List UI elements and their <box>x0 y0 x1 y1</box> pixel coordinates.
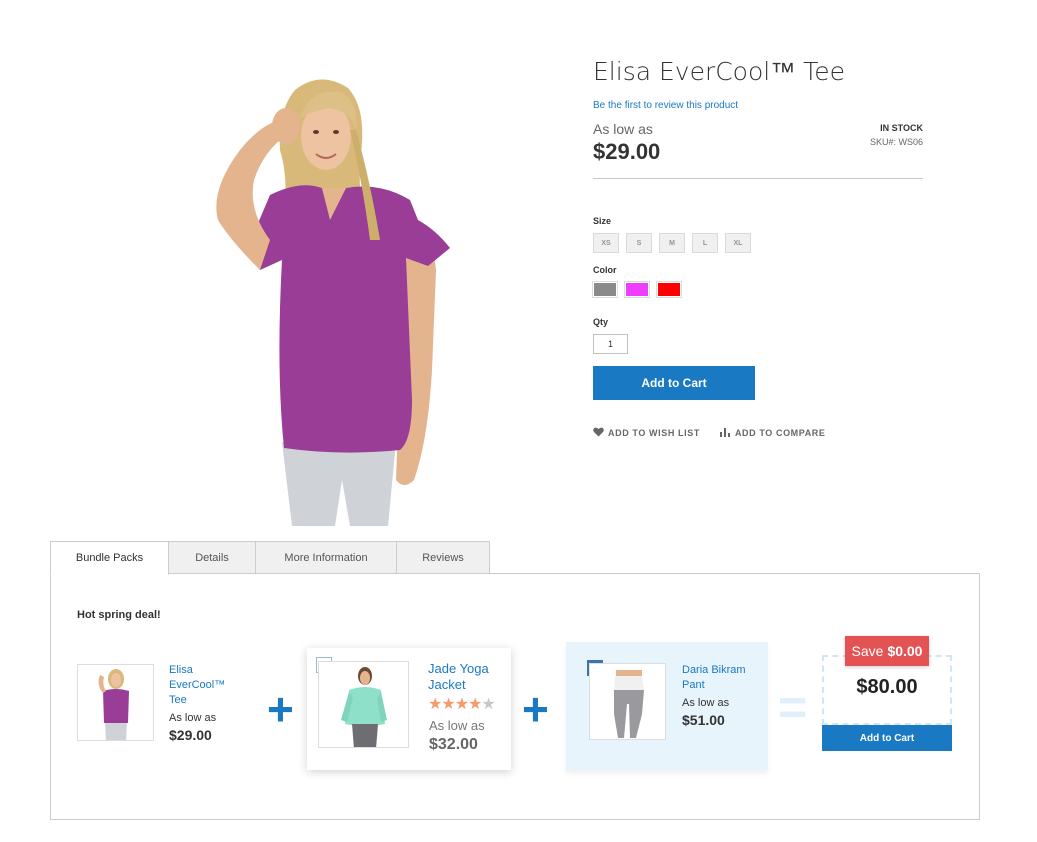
product-actions: ADD TO WISH LIST ADD TO COMPARE <box>593 427 923 439</box>
size-option-xs[interactable]: XS <box>593 233 619 253</box>
tab-bundle-packs[interactable]: Bundle Packs <box>50 541 169 575</box>
equals-icon: = <box>778 679 808 735</box>
save-label: Save <box>851 643 884 659</box>
bundle-item-3-name-line1: Daria Bikram <box>682 664 746 676</box>
size-option-xl[interactable]: XL <box>725 233 751 253</box>
bundle-add-to-cart-button[interactable]: Add to Cart <box>822 725 952 751</box>
qty-input[interactable] <box>593 334 628 354</box>
as-low-as-label: As low as <box>593 121 653 137</box>
bundle-item-2-rating: ★★★★★ <box>428 696 496 713</box>
review-link[interactable]: Be the first to review this product <box>593 100 923 111</box>
product-tabs: Bundle Packs Details More Information Re… <box>50 541 490 575</box>
compare-icon <box>719 427 731 439</box>
add-to-cart-button[interactable]: Add to Cart <box>593 366 755 400</box>
bundle-item-1-as-low-as: As low as <box>169 712 217 724</box>
compare-label: ADD TO COMPARE <box>734 428 826 438</box>
bundle-item-1-image[interactable] <box>77 664 154 741</box>
heart-icon <box>593 427 604 439</box>
bundle-item-2-name-line1: Jade Yoga <box>428 661 489 676</box>
bundle-item-3-as-low-as: As low as <box>682 697 730 709</box>
save-badge: Save $0.00 <box>845 636 929 666</box>
tab-reviews[interactable]: Reviews <box>397 541 490 574</box>
bundle-item-1-price: $29.00 <box>169 727 212 743</box>
bundle-item-3-name-line2: Pant <box>682 679 705 691</box>
product-info: Elisa EverCool™ Tee Be the first to revi… <box>592 56 923 439</box>
bundle-total-price: $80.00 <box>856 676 918 698</box>
add-to-compare-link[interactable]: ADD TO COMPARE <box>719 427 826 439</box>
color-swatch-red[interactable] <box>656 281 682 298</box>
bundle-item-1-name-line3: Tee <box>169 694 187 706</box>
wishlist-label: ADD TO WISH LIST <box>608 428 700 438</box>
bundle-item-3-image[interactable] <box>589 663 666 740</box>
deal-title: Hot spring deal! <box>77 609 161 621</box>
bundle-item-1-name[interactable]: Elisa EverCool™ Tee <box>169 663 225 708</box>
bundle-item-3-price: $51.00 <box>682 712 725 728</box>
star-icon: ★ <box>468 696 482 713</box>
size-option-s[interactable]: S <box>626 233 652 253</box>
size-options: XS S M L XL <box>593 233 923 253</box>
bundle-item-2-as-low-as: As low as <box>429 718 485 733</box>
tab-more-information[interactable]: More Information <box>256 541 397 574</box>
bundle-item-2-name[interactable]: Jade Yoga Jacket <box>428 661 489 693</box>
color-swatch-magenta[interactable] <box>624 281 650 298</box>
size-label: Size <box>593 216 612 226</box>
bundle-item-2-image[interactable] <box>318 661 409 748</box>
star-empty-icon: ★ <box>481 696 495 713</box>
plus-icon: + <box>267 683 294 735</box>
color-swatch-gray[interactable] <box>592 281 618 298</box>
color-options <box>592 281 923 298</box>
stock-status: IN STOCK <box>880 123 923 133</box>
sku-text: SKU#: WS06 <box>869 137 923 147</box>
product-title: Elisa EverCool™ Tee <box>593 57 845 86</box>
add-to-wishlist-link[interactable]: ADD TO WISH LIST <box>593 427 700 439</box>
size-option-l[interactable]: L <box>692 233 718 253</box>
bundle-item-1-name-line1: Elisa <box>169 664 193 676</box>
bundle-item-3-name[interactable]: Daria Bikram Pant <box>682 663 746 693</box>
plus-icon: + <box>522 683 549 735</box>
product-main-image <box>200 70 470 526</box>
bundle-item-2-name-line2: Jacket <box>428 677 466 692</box>
tab-details[interactable]: Details <box>169 541 256 574</box>
star-icon: ★ <box>441 696 455 713</box>
qty-label: Qty <box>593 317 609 327</box>
star-icon: ★ <box>454 696 469 713</box>
star-icon: ★ <box>428 696 442 713</box>
bundle-item-1-name-line2: EverCool™ <box>169 679 226 691</box>
price-box: As low as $29.00 IN STOCK SKU#: WS06 <box>593 121 923 179</box>
color-label: Color <box>593 265 617 275</box>
size-option-m[interactable]: M <box>659 233 685 253</box>
bundle-item-2-price: $32.00 <box>429 736 478 753</box>
save-amount: $0.00 <box>887 643 923 659</box>
